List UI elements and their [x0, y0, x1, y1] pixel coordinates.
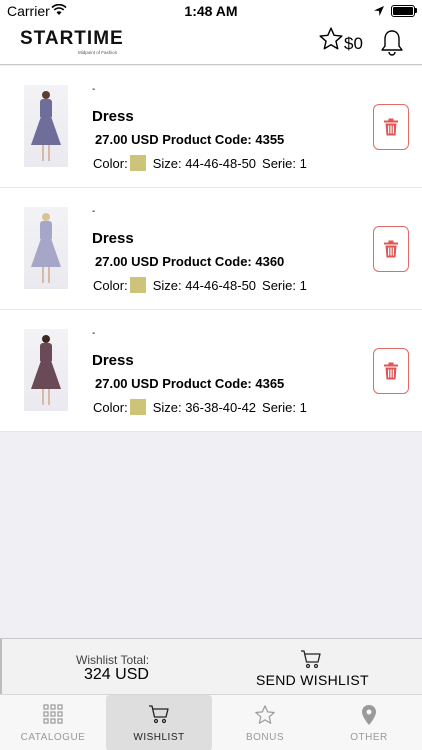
location-pin-icon [362, 705, 376, 725]
logo-text: STARTIME [20, 28, 124, 49]
product-price-code: 27.00 USD Product Code: 4365 [95, 376, 285, 391]
product-name: Dress [92, 352, 134, 369]
product-image[interactable] [24, 329, 68, 411]
color-swatch [129, 399, 146, 415]
bell-icon[interactable] [380, 28, 404, 56]
size-label: Size: 44-46-48-50 [152, 155, 257, 171]
product-price-code: 27.00 USD Product Code: 4360 [95, 254, 285, 269]
size-label: Size: 44-46-48-50 [152, 277, 257, 293]
startime-logo: STARTIME Midpoint of Fashion [20, 28, 145, 58]
logo-tagline: Midpoint of Fashion [78, 50, 118, 55]
wishlist-item[interactable]: - Dress 27.00 USD Product Code: 4355 Col… [0, 66, 422, 188]
battery-nub [415, 8, 417, 13]
serie-label: Serie: 1 [262, 155, 307, 171]
product-details: Color: Size: 36-38-40-42 Serie: 1 [93, 399, 307, 415]
battery-icon [391, 5, 415, 17]
trash-icon [384, 362, 398, 380]
wishlist-list: - Dress 27.00 USD Product Code: 4355 Col… [0, 66, 422, 432]
delete-button[interactable] [373, 104, 409, 150]
cart-icon [149, 705, 169, 724]
star-outline-icon[interactable] [318, 26, 344, 52]
product-details: Color: Size: 44-46-48-50 Serie: 1 [93, 155, 307, 171]
item-dash: - [92, 206, 96, 217]
tab-label: WISHLIST [133, 732, 185, 743]
tab-label: CATALOGUE [20, 732, 86, 743]
cart-icon [301, 650, 321, 669]
product-details: Color: Size: 44-46-48-50 Serie: 1 [93, 277, 307, 293]
location-arrow-icon [374, 6, 384, 16]
delete-button[interactable] [373, 348, 409, 394]
tab-label: OTHER [350, 732, 388, 743]
send-wishlist-button[interactable]: SEND WISHLIST [252, 647, 372, 691]
wishlist-total-value: 324 USD [84, 666, 149, 683]
tab-catalogue[interactable]: CATALOGUE [0, 695, 106, 750]
product-image[interactable] [24, 85, 68, 167]
tab-label: BONUS [245, 732, 285, 743]
color-label: Color: [93, 277, 128, 293]
product-name: Dress [92, 108, 134, 125]
trash-icon [384, 240, 398, 258]
trash-icon [384, 118, 398, 136]
wishlist-footer: Wishlist Total: 324 USD SEND WISHLIST [0, 638, 422, 694]
header-total: $0 [344, 34, 363, 53]
status-bar: Carrier 1:48 AM [0, 0, 422, 22]
wishlist-item[interactable]: - Dress 27.00 USD Product Code: 4365 Col… [0, 310, 422, 432]
color-label: Color: [93, 399, 128, 415]
product-image[interactable] [24, 207, 68, 289]
item-dash: - [92, 84, 96, 95]
product-name: Dress [92, 230, 134, 247]
product-price-code: 27.00 USD Product Code: 4355 [95, 132, 285, 147]
clock: 1:48 AM [184, 3, 238, 19]
serie-label: Serie: 1 [262, 399, 307, 415]
item-dash: - [92, 328, 96, 339]
header-bar: STARTIME Midpoint of Fashion $0 [0, 22, 422, 65]
tab-wishlist[interactable]: WISHLIST [106, 695, 212, 750]
grid-icon [43, 704, 63, 724]
star-icon [255, 705, 275, 724]
size-label: Size: 36-38-40-42 [152, 399, 257, 415]
color-swatch [129, 277, 146, 293]
serie-label: Serie: 1 [262, 277, 307, 293]
delete-button[interactable] [373, 226, 409, 272]
send-wishlist-label: SEND WISHLIST [256, 672, 369, 688]
tab-other[interactable]: OTHER [316, 695, 422, 750]
wishlist-total-label: Wishlist Total: [76, 653, 150, 667]
tab-bonus[interactable]: BONUS [212, 695, 318, 750]
wishlist-item[interactable]: - Dress 27.00 USD Product Code: 4360 Col… [0, 188, 422, 310]
color-label: Color: [93, 155, 128, 171]
color-swatch [129, 155, 146, 171]
tab-bar: CATALOGUE WISHLIST BONUS OTHER [0, 694, 422, 750]
